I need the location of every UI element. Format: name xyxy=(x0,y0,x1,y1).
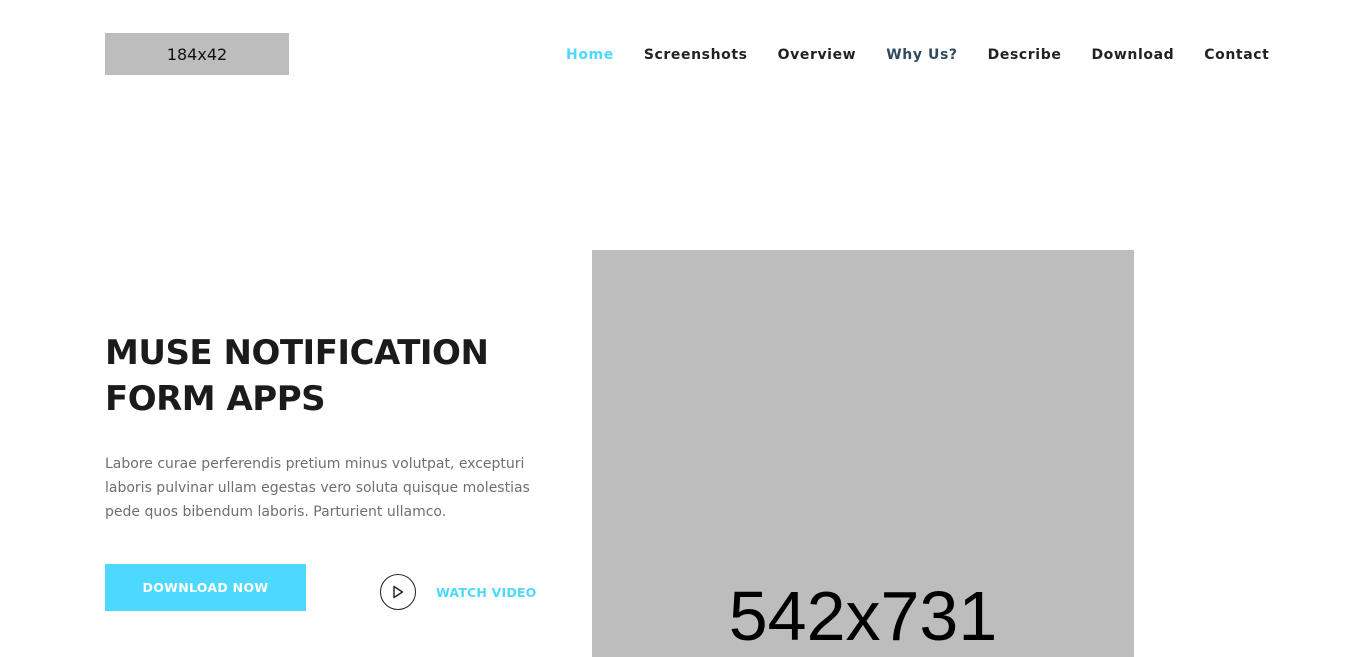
nav-item-why-us[interactable]: Why Us? xyxy=(886,45,957,65)
nav-item-contact[interactable]: Contact xyxy=(1204,45,1269,65)
app-screenshot-placeholder: 542x731 xyxy=(592,250,1134,657)
hero-description: Labore curae perferendis pretium minus v… xyxy=(105,456,530,520)
hero-title: MUSE NOTIFICATION FORM APPS xyxy=(105,333,489,419)
watch-video-link[interactable]: WATCH VIDEO xyxy=(380,574,537,610)
nav-item-overview[interactable]: Overview xyxy=(778,45,857,65)
logo-label: 184x42 xyxy=(166,44,228,64)
play-icon[interactable] xyxy=(380,574,416,610)
logo-placeholder[interactable]: 184x42 xyxy=(105,33,289,75)
nav-item-describe[interactable]: Describe xyxy=(988,45,1062,65)
nav-item-download[interactable]: Download xyxy=(1091,45,1174,65)
nav-item-home[interactable]: Home xyxy=(566,45,614,65)
watch-video-label: WATCH VIDEO xyxy=(436,584,537,600)
download-now-label: DOWNLOAD NOW xyxy=(142,580,269,595)
main-nav: Home Screenshots Overview Why Us? Descri… xyxy=(566,45,1269,65)
nav-item-screenshots[interactable]: Screenshots xyxy=(644,45,748,65)
placeholder-size-label: 542x731 xyxy=(728,577,998,655)
download-now-button[interactable]: DOWNLOAD NOW xyxy=(105,564,306,611)
